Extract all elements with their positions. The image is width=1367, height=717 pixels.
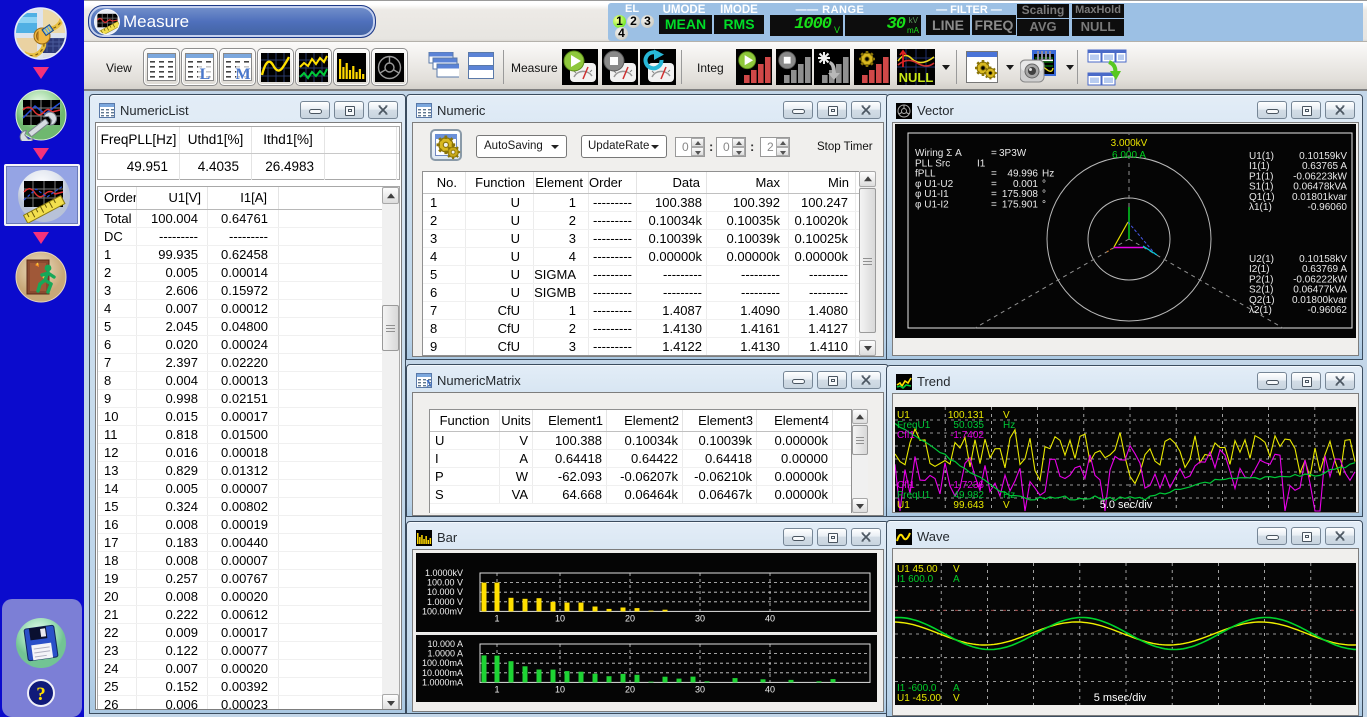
- svg-text:10.000 V: 10.000 V: [427, 587, 463, 597]
- svg-text:°: °: [1042, 200, 1046, 211]
- svg-text:I1: I1: [977, 158, 986, 169]
- svg-text:30: 30: [695, 613, 705, 623]
- svg-text:=: =: [991, 148, 997, 159]
- svg-text:1: 1: [494, 684, 499, 694]
- svg-text:Cfl1: Cfl1: [897, 430, 915, 441]
- svg-text:99.643: 99.643: [953, 500, 984, 511]
- svg-text:100.00mV: 100.00mV: [422, 606, 463, 616]
- svg-text:U1 -45.00: U1 -45.00: [897, 693, 941, 704]
- svg-text:M: M: [235, 66, 250, 82]
- svg-text:V: V: [1003, 500, 1010, 511]
- svg-text:100.00 V: 100.00 V: [427, 578, 463, 588]
- svg-text:1: 1: [494, 613, 499, 623]
- svg-text:M: M: [426, 379, 432, 389]
- svg-text:6.000 A: 6.000 A: [1112, 150, 1146, 161]
- svg-text:?: ?: [36, 684, 46, 705]
- svg-text:Hz: Hz: [1003, 420, 1015, 431]
- svg-text:NULL: NULL: [899, 70, 934, 85]
- svg-text:-0.96060: -0.96060: [1308, 202, 1348, 213]
- svg-text:U1: U1: [897, 500, 910, 511]
- svg-text:3P3W: 3P3W: [999, 148, 1027, 159]
- svg-text:10: 10: [555, 613, 565, 623]
- svg-text:1.0000 V: 1.0000 V: [427, 597, 463, 607]
- svg-text:100.00mA: 100.00mA: [422, 658, 463, 668]
- svg-text:L: L: [200, 66, 211, 82]
- svg-text:φ U1-I2: φ U1-I2: [915, 200, 949, 211]
- svg-text:1.0000 A: 1.0000 A: [427, 649, 463, 659]
- svg-text:V: V: [953, 693, 960, 704]
- svg-text:40: 40: [765, 684, 775, 694]
- svg-text:A: A: [953, 574, 960, 585]
- svg-text:20: 20: [625, 613, 635, 623]
- svg-text:λ2(1): λ2(1): [1249, 305, 1272, 316]
- svg-text:=: =: [991, 200, 997, 211]
- svg-text:40: 40: [765, 613, 775, 623]
- svg-text:λ1(1): λ1(1): [1249, 202, 1272, 213]
- svg-text:3.000kV: 3.000kV: [1111, 138, 1148, 149]
- svg-text:10: 10: [555, 684, 565, 694]
- svg-text:5.0 sec/div: 5.0 sec/div: [1100, 499, 1153, 511]
- svg-text:1.0000kV: 1.0000kV: [425, 568, 463, 578]
- svg-text:10.000 A: 10.000 A: [427, 639, 463, 649]
- svg-text:30: 30: [695, 684, 705, 694]
- svg-text:-0.96062: -0.96062: [1308, 305, 1348, 316]
- svg-text:1.0000mA: 1.0000mA: [422, 677, 463, 687]
- svg-text:20: 20: [625, 684, 635, 694]
- svg-text:10.000mA: 10.000mA: [422, 668, 463, 678]
- svg-text:I1 600.0: I1 600.0: [897, 574, 934, 585]
- svg-text:-1.7402: -1.7402: [950, 430, 984, 441]
- svg-text:175.901: 175.901: [1002, 200, 1039, 211]
- svg-text:5 msec/div: 5 msec/div: [1094, 692, 1147, 704]
